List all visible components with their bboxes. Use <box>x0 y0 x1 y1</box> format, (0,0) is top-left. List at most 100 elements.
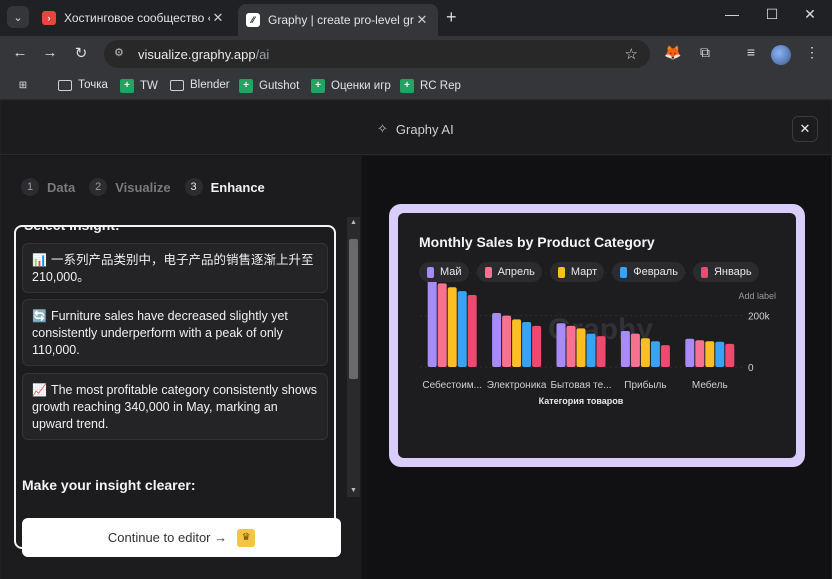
close-tab-icon[interactable]: ✕ <box>210 10 226 26</box>
bar <box>660 345 670 367</box>
bookmark-tochka[interactable]: Точка <box>58 79 108 91</box>
bookmark-star-icon[interactable]: ☆ <box>625 45 638 63</box>
legend-item[interactable]: Апрель <box>476 262 542 282</box>
bar <box>447 287 457 367</box>
bar <box>586 333 596 367</box>
tab-hosting-community[interactable]: › Хостинговое сообщество «Tim ✕ <box>34 4 234 32</box>
bookmark-gutshot[interactable]: + Gutshot <box>239 79 299 93</box>
reload-icon[interactable]: ↻ <box>71 44 91 62</box>
back-icon[interactable]: ← <box>10 44 30 61</box>
bookmark-label: RC Rep <box>420 80 461 92</box>
x-tick-label: Бытовая те... <box>550 380 611 391</box>
folder-icon <box>170 79 184 91</box>
timeweb-favicon-icon: › <box>42 11 56 25</box>
make-clearer-heading: Make your insight clearer: <box>22 477 196 493</box>
apps-grid-icon[interactable]: ⊞ <box>16 79 36 93</box>
insight-selection-box: Select insight: 📊 一系列产品类别中，电子产品的销售逐渐上升至21… <box>14 225 336 549</box>
modal-title: ✧ Graphy AI <box>377 121 454 137</box>
legend-label: Январь <box>713 266 752 278</box>
forward-icon[interactable]: → <box>40 44 60 61</box>
close-tab-icon[interactable]: ✕ <box>414 12 430 28</box>
step-label: Visualize <box>115 179 171 195</box>
bar <box>556 323 566 367</box>
continue-to-editor-button[interactable]: Continue to editor → ♛ <box>22 518 341 557</box>
chart-frame: Graphy Себестоим... Электроника Бытовая те.… <box>389 204 805 467</box>
extensions-icon[interactable]: ⧉ <box>695 44 715 61</box>
select-insight-heading: Select insight: <box>24 225 120 233</box>
insight-card[interactable]: 📈 The most profitable category consistent… <box>22 373 328 440</box>
legend-item[interactable]: Январь <box>692 262 759 282</box>
modal-close-button[interactable]: ✕ <box>792 116 818 142</box>
new-tab-icon[interactable]: + <box>446 7 457 28</box>
bookmark-label: Точка <box>78 79 108 91</box>
continue-label: Continue to editor → <box>107 530 228 545</box>
media-control-icon[interactable]: ≡ <box>741 44 761 60</box>
menu-icon[interactable]: ⋮ <box>802 44 822 61</box>
site-info-icon[interactable]: ⚙ <box>114 46 130 62</box>
bar <box>596 336 606 367</box>
insight-scrollbar[interactable]: ▲ ▼ <box>347 217 360 497</box>
metamask-extension-icon[interactable]: 🦊 <box>663 44 683 61</box>
x-tick-label: Мебель <box>692 379 728 391</box>
tab-search-icon[interactable]: ⌄ <box>7 6 29 28</box>
bar <box>532 325 542 367</box>
profile-avatar[interactable] <box>771 45 791 65</box>
bar <box>725 343 735 367</box>
insight-card[interactable]: 🔄 Furniture sales have decreased slightly… <box>22 299 328 366</box>
bookmark-blender[interactable]: Blender <box>170 79 230 91</box>
step-visualize[interactable]: 2 Visualize <box>89 178 171 196</box>
bar <box>492 313 502 367</box>
bar <box>502 315 512 367</box>
chart-title: Monthly Sales by Product Category <box>419 234 655 250</box>
legend-swatch <box>557 266 565 278</box>
address-bar[interactable]: ⚙ visualize.graphy.app/ai ☆ <box>104 40 650 68</box>
left-panel: 1 Data 2 Visualize 3 Enhance Select insight… <box>1 156 361 579</box>
legend-label: Май <box>440 266 462 278</box>
browser-window: ⌄ › Хостинговое сообщество «Tim ✕ ⁄⁄ Gra… <box>0 0 832 579</box>
x-axis-label: Категория товаров <box>539 396 624 406</box>
step-enhance[interactable]: 3 Enhance <box>184 178 265 196</box>
legend-item[interactable]: Март <box>549 262 605 282</box>
url-host: visualize.graphy.app <box>138 46 256 62</box>
tab-title: Graphy | create pro-level graph <box>268 13 414 27</box>
close-window-icon[interactable]: ✕ <box>800 6 820 23</box>
bar <box>566 325 576 367</box>
legend-item[interactable]: Февраль <box>612 262 685 282</box>
bar <box>457 291 467 367</box>
legend-item[interactable]: Май <box>419 262 469 282</box>
bookmark-label: TW <box>140 80 158 92</box>
x-tick-label: Себестоим... <box>422 379 482 391</box>
maximize-icon[interactable]: ☐ <box>762 6 782 23</box>
sheets-icon: + <box>120 79 134 93</box>
bookmark-rc-rep[interactable]: + RC Rep <box>400 79 461 93</box>
y-tick-label: 0 <box>748 363 754 374</box>
add-label-button[interactable]: Add label <box>738 291 776 301</box>
tab-graphy[interactable]: ⁄⁄ Graphy | create pro-level graph ✕ <box>238 4 438 36</box>
sheets-icon: + <box>311 79 325 93</box>
scrollbar-thumb[interactable] <box>349 239 358 379</box>
insight-text: Furniture sales have decreased slightly … <box>32 309 288 357</box>
bookmark-tw[interactable]: + TW <box>120 79 158 93</box>
bookmark-game-ratings[interactable]: + Оценки игр <box>311 79 391 93</box>
stepper: 1 Data 2 Visualize 3 Enhance <box>21 178 279 196</box>
modal-title-text: Graphy AI <box>395 121 454 137</box>
browser-toolbar: ← → ↻ ⚙ visualize.graphy.app/ai ☆ 🦊 ⧉ ≡ … <box>0 36 832 72</box>
legend-swatch <box>427 266 434 278</box>
bar <box>715 341 725 367</box>
sheets-icon: + <box>400 79 414 93</box>
bar <box>522 322 532 367</box>
legend-swatch <box>620 266 628 278</box>
bar <box>705 341 715 367</box>
insight-card[interactable]: 📊 一系列产品类别中，电子产品的销售逐渐上升至210,000。 <box>22 243 328 293</box>
legend-swatch <box>484 266 492 278</box>
minimize-icon[interactable]: — <box>722 6 742 22</box>
sheets-icon: + <box>239 79 253 93</box>
step-number: 3 <box>184 178 203 196</box>
bar-chart-icon: 📊 <box>32 253 47 267</box>
scroll-up-icon[interactable]: ▲ <box>347 217 360 229</box>
legend-label: Март <box>570 266 598 278</box>
bar <box>685 338 695 367</box>
scroll-down-icon[interactable]: ▼ <box>347 485 360 497</box>
step-label: Enhance <box>210 179 265 195</box>
step-data[interactable]: 1 Data <box>21 178 75 196</box>
